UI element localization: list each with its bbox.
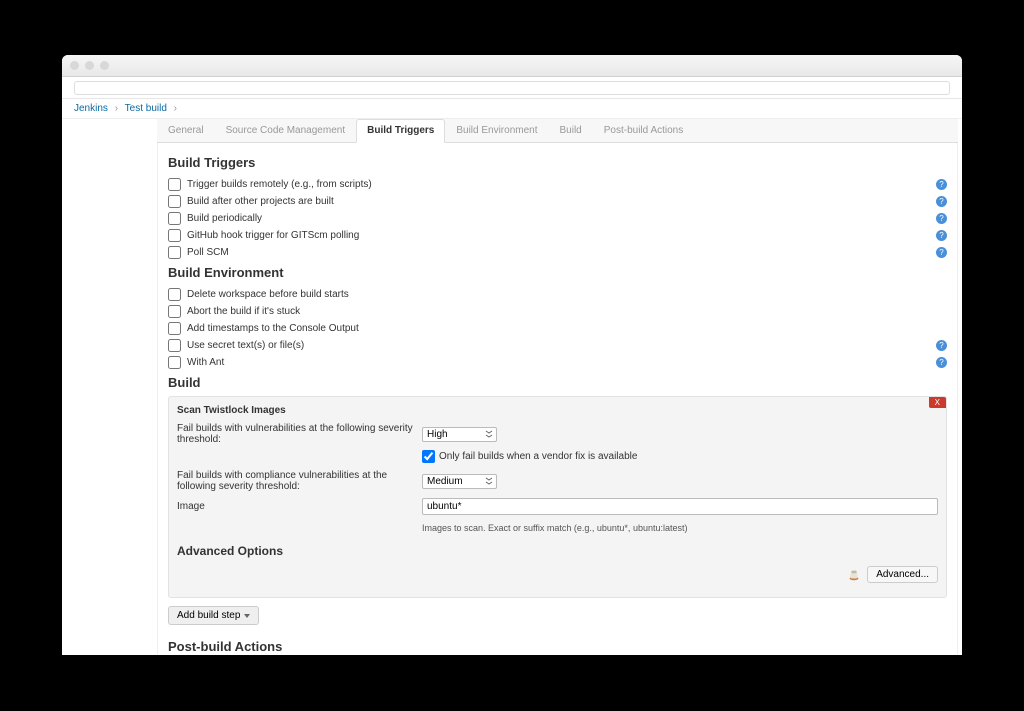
tab-build-triggers[interactable]: Build Triggers bbox=[356, 119, 445, 143]
breadcrumb: Jenkins › Test build › bbox=[62, 99, 962, 119]
advanced-heading: Advanced Options bbox=[177, 544, 938, 558]
checkbox-env-timestamps[interactable] bbox=[168, 322, 181, 335]
label-env-timestamps: Add timestamps to the Console Output bbox=[187, 323, 359, 334]
tab-build[interactable]: Build bbox=[549, 119, 593, 142]
label-env-delete: Delete workspace before build starts bbox=[187, 289, 349, 300]
compliance-threshold-row: Fail builds with compliance vulnerabilit… bbox=[177, 467, 938, 495]
help-icon[interactable]: ? bbox=[936, 340, 947, 351]
content-area: General Source Code Management Build Tri… bbox=[62, 119, 962, 655]
vuln-threshold-select[interactable]: High bbox=[422, 427, 497, 442]
vuln-threshold-row: Fail builds with vulnerabilities at the … bbox=[177, 420, 938, 448]
section-heading-postbuild: Post-build Actions bbox=[168, 639, 947, 654]
label-trigger-after: Build after other projects are built bbox=[187, 196, 334, 207]
compliance-threshold-select[interactable]: Medium bbox=[422, 474, 497, 489]
label-trigger-remote: Trigger builds remotely (e.g., from scri… bbox=[187, 179, 372, 190]
checkbox-vendor-fix[interactable] bbox=[422, 450, 435, 463]
help-icon[interactable]: ? bbox=[936, 230, 947, 241]
trigger-pollscm-row: Poll SCM ? bbox=[168, 244, 947, 261]
add-build-step-label: Add build step bbox=[177, 610, 240, 621]
checkbox-trigger-after[interactable] bbox=[168, 195, 181, 208]
checkbox-env-abort[interactable] bbox=[168, 305, 181, 318]
label-trigger-github: GitHub hook trigger for GITScm polling bbox=[187, 230, 359, 241]
browser-window: Jenkins › Test build › General Source Co… bbox=[62, 55, 962, 655]
jenkins-icon bbox=[847, 568, 861, 582]
env-abort-row: Abort the build if it's stuck bbox=[168, 303, 947, 320]
vendor-fix-label: Only fail builds when a vendor fix is av… bbox=[439, 451, 637, 462]
trigger-after-row: Build after other projects are built ? bbox=[168, 193, 947, 210]
caret-down-icon bbox=[244, 614, 250, 618]
env-timestamps-row: Add timestamps to the Console Output bbox=[168, 320, 947, 337]
image-row: Image bbox=[177, 495, 938, 518]
traffic-light-close[interactable] bbox=[70, 61, 79, 70]
chevron-icon: › bbox=[115, 103, 118, 114]
help-icon[interactable]: ? bbox=[936, 196, 947, 207]
traffic-light-max[interactable] bbox=[100, 61, 109, 70]
main-panel: General Source Code Management Build Tri… bbox=[157, 119, 962, 655]
build-step-twistlock: X Scan Twistlock Images Fail builds with… bbox=[168, 396, 947, 598]
label-env-ant: With Ant bbox=[187, 357, 224, 368]
traffic-light-min[interactable] bbox=[85, 61, 94, 70]
section-heading-environment: Build Environment bbox=[168, 265, 947, 280]
left-gutter bbox=[62, 119, 157, 655]
window-titlebar bbox=[62, 55, 962, 77]
config-panel: Build Triggers Trigger builds remotely (… bbox=[157, 143, 958, 655]
breadcrumb-root[interactable]: Jenkins bbox=[74, 103, 108, 114]
label-trigger-periodic: Build periodically bbox=[187, 213, 262, 224]
vendor-fix-row: Only fail builds when a vendor fix is av… bbox=[422, 448, 938, 467]
chevron-icon: › bbox=[174, 103, 177, 114]
checkbox-trigger-github[interactable] bbox=[168, 229, 181, 242]
label-trigger-pollscm: Poll SCM bbox=[187, 247, 229, 258]
add-build-step-button[interactable]: Add build step bbox=[168, 606, 259, 625]
env-secret-row: Use secret text(s) or file(s) ? bbox=[168, 337, 947, 354]
image-input[interactable] bbox=[422, 498, 938, 515]
url-field[interactable] bbox=[74, 81, 950, 95]
build-step-title: Scan Twistlock Images bbox=[177, 403, 938, 420]
tab-scm[interactable]: Source Code Management bbox=[215, 119, 357, 142]
image-hint-row: Images to scan. Exact or suffix match (e… bbox=[177, 518, 938, 538]
checkbox-trigger-pollscm[interactable] bbox=[168, 246, 181, 259]
vuln-threshold-label: Fail builds with vulnerabilities at the … bbox=[177, 423, 422, 445]
env-delete-row: Delete workspace before build starts bbox=[168, 286, 947, 303]
section-heading-triggers: Build Triggers bbox=[168, 155, 947, 170]
help-icon[interactable]: ? bbox=[936, 357, 947, 368]
env-ant-row: With Ant ? bbox=[168, 354, 947, 371]
checkbox-env-delete[interactable] bbox=[168, 288, 181, 301]
image-hint: Images to scan. Exact or suffix match (e… bbox=[422, 521, 687, 535]
compliance-threshold-label: Fail builds with compliance vulnerabilit… bbox=[177, 470, 422, 492]
label-env-abort: Abort the build if it's stuck bbox=[187, 306, 300, 317]
checkbox-trigger-remote[interactable] bbox=[168, 178, 181, 191]
trigger-remote-row: Trigger builds remotely (e.g., from scri… bbox=[168, 176, 947, 193]
config-tabs: General Source Code Management Build Tri… bbox=[157, 119, 958, 143]
help-icon[interactable]: ? bbox=[936, 213, 947, 224]
close-icon[interactable]: X bbox=[929, 397, 946, 408]
breadcrumb-project[interactable]: Test build bbox=[125, 103, 167, 114]
advanced-row: Advanced... bbox=[177, 562, 938, 587]
label-env-secret: Use secret text(s) or file(s) bbox=[187, 340, 304, 351]
tab-build-environment[interactable]: Build Environment bbox=[445, 119, 548, 142]
help-icon[interactable]: ? bbox=[936, 247, 947, 258]
browser-addressbar bbox=[62, 77, 962, 99]
checkbox-env-ant[interactable] bbox=[168, 356, 181, 369]
advanced-button[interactable]: Advanced... bbox=[867, 566, 938, 583]
trigger-periodic-row: Build periodically ? bbox=[168, 210, 947, 227]
checkbox-env-secret[interactable] bbox=[168, 339, 181, 352]
tab-post-build[interactable]: Post-build Actions bbox=[593, 119, 695, 142]
image-label: Image bbox=[177, 501, 422, 512]
section-heading-build: Build bbox=[168, 375, 947, 390]
checkbox-trigger-periodic[interactable] bbox=[168, 212, 181, 225]
tab-general[interactable]: General bbox=[157, 119, 215, 142]
trigger-github-row: GitHub hook trigger for GITScm polling ? bbox=[168, 227, 947, 244]
help-icon[interactable]: ? bbox=[936, 179, 947, 190]
